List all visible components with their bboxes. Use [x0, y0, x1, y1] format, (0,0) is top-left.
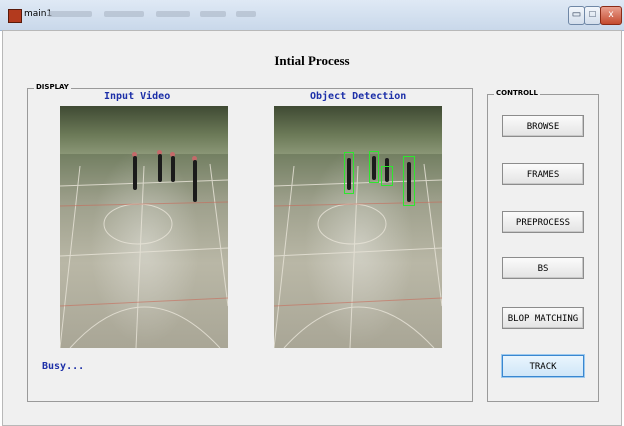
menu-item-blurred[interactable]	[48, 11, 92, 17]
page-title: Intial Process	[274, 53, 350, 68]
input-video-label: Input Video	[104, 91, 171, 102]
minimize-button[interactable]: ▭	[568, 6, 585, 25]
window-titlebar[interactable]: main1 ▭ □ x	[0, 0, 624, 31]
display-panel-legend: DISPLAY	[34, 83, 71, 91]
player-figure	[193, 160, 197, 202]
matlab-app-icon	[8, 9, 22, 23]
close-button[interactable]: x	[600, 6, 622, 25]
object-detection-frame	[274, 106, 442, 348]
track-button[interactable]: TRACK	[502, 355, 584, 377]
status-text: Busy...	[42, 361, 85, 372]
detection-box	[403, 156, 415, 206]
player-figure	[158, 154, 162, 182]
player-figure	[133, 156, 137, 190]
display-panel: DISPLAY Input Video Object Detection Bus…	[27, 83, 473, 402]
blop-matching-button[interactable]: BLOP MATCHING	[502, 307, 584, 329]
menu-item-blurred[interactable]	[156, 11, 190, 17]
control-panel: CONTROLL BROWSE FRAMES PREPROCESS BS BLO…	[487, 89, 599, 402]
bs-button[interactable]: BS	[502, 257, 584, 279]
browse-button[interactable]: BROWSE	[502, 115, 584, 137]
maximize-button[interactable]: □	[584, 6, 601, 25]
input-video-frame	[60, 106, 228, 348]
menu-item-blurred[interactable]	[236, 11, 256, 17]
player-figure	[171, 156, 175, 182]
menu-item-blurred[interactable]	[200, 11, 226, 17]
frames-button[interactable]: FRAMES	[502, 163, 584, 185]
control-panel-legend: CONTROLL	[494, 89, 540, 97]
detection-box	[381, 166, 393, 186]
preprocess-button[interactable]: PREPROCESS	[502, 211, 584, 233]
menu-item-blurred[interactable]	[104, 11, 144, 17]
detection-box	[369, 151, 379, 183]
detection-box	[344, 152, 354, 194]
figure-area: Intial Process DISPLAY Input Video Objec…	[2, 30, 622, 426]
object-detection-label: Object Detection	[310, 91, 407, 102]
